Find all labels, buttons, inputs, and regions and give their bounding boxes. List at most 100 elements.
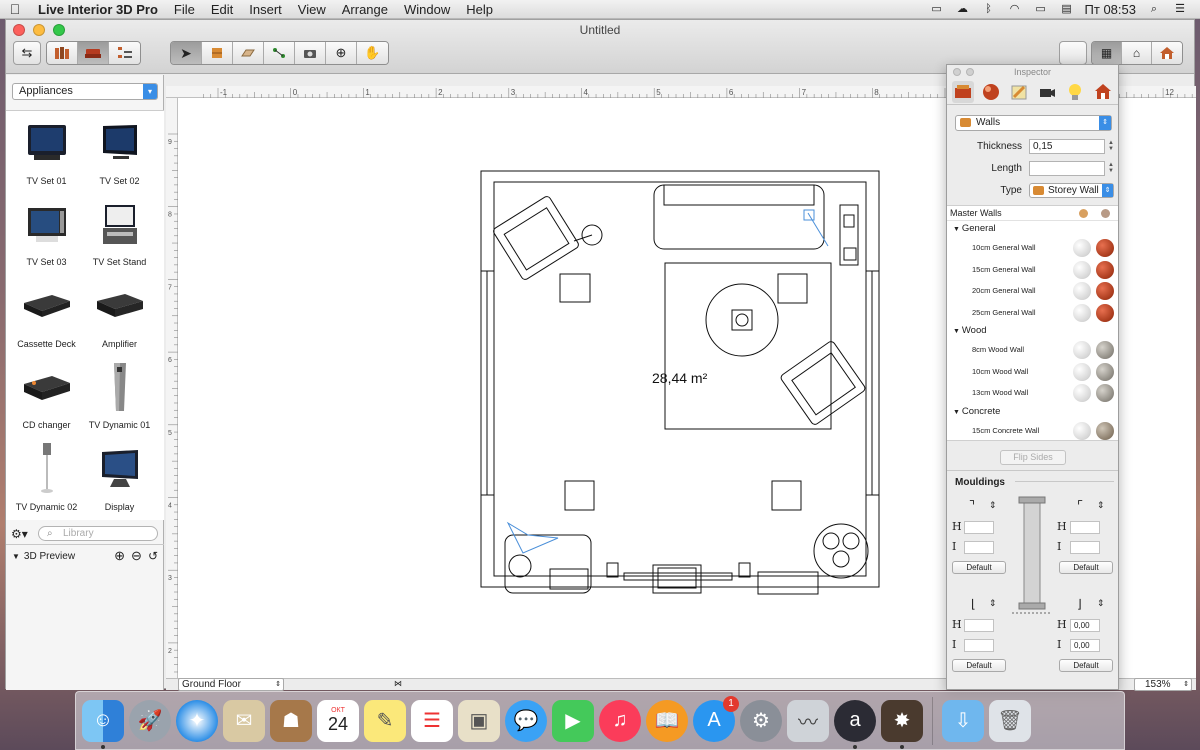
cloud-icon[interactable]: ☁ bbox=[955, 3, 971, 15]
round-table[interactable] bbox=[705, 283, 779, 357]
launchpad-icon[interactable]: 🚀 bbox=[129, 699, 171, 742]
tab-camera[interactable] bbox=[1036, 81, 1058, 103]
library-item[interactable]: Display bbox=[83, 437, 156, 519]
flip-sides-button[interactable]: Flip Sides bbox=[1000, 450, 1066, 465]
tab-object[interactable] bbox=[952, 80, 974, 103]
system-preferences-icon[interactable]: ⚙ bbox=[740, 699, 782, 742]
wall-style-item[interactable]: 13cm Wood Wall bbox=[947, 382, 1118, 404]
camera-tool-button[interactable] bbox=[295, 42, 326, 64]
itunes-icon[interactable]: ♫ bbox=[599, 699, 641, 742]
ibooks-icon[interactable]: 📖 bbox=[646, 699, 688, 742]
menu-insert[interactable]: Insert bbox=[241, 2, 290, 17]
activity-monitor-icon[interactable]: 〰 bbox=[787, 699, 829, 742]
armchair[interactable] bbox=[780, 340, 867, 426]
moulding-profile-icon[interactable]: ⌝ bbox=[969, 498, 975, 514]
room-area-label[interactable]: 28,44 m² bbox=[652, 370, 708, 386]
wall-tool-button[interactable] bbox=[202, 42, 233, 64]
default-button[interactable]: Default bbox=[952, 561, 1006, 574]
library-item[interactable]: TV Set 01 bbox=[10, 111, 83, 193]
sofa[interactable] bbox=[653, 184, 825, 250]
downloads-folder-icon[interactable]: ⇩ bbox=[942, 699, 984, 742]
flag-icon[interactable]: ▤ bbox=[1059, 3, 1075, 15]
menu-arrange[interactable]: Arrange bbox=[334, 2, 396, 17]
safari-icon[interactable]: ✦ bbox=[176, 699, 218, 742]
menu-help[interactable]: Help bbox=[458, 2, 501, 17]
rotate-icon[interactable]: ↺ bbox=[148, 549, 158, 563]
apple-menu-icon[interactable]:  bbox=[0, 1, 30, 17]
library-item[interactable]: TV Set 03 bbox=[10, 193, 83, 275]
finder-icon[interactable]: ☺ bbox=[82, 699, 124, 749]
shelf-unit[interactable] bbox=[839, 204, 859, 266]
selected-desk-lamp[interactable] bbox=[807, 212, 829, 247]
menu-edit[interactable]: Edit bbox=[203, 2, 241, 17]
toolbar-view-button[interactable] bbox=[1059, 41, 1087, 65]
library-item[interactable]: Cassette Deck bbox=[10, 274, 83, 356]
master-walls-row[interactable]: Master Walls bbox=[947, 206, 1118, 221]
library-item[interactable]: TV Dynamic 02 bbox=[10, 437, 83, 519]
disclosure-triangle-icon[interactable]: ▼ bbox=[12, 552, 20, 561]
menu-file[interactable]: File bbox=[166, 2, 203, 17]
thickness-field[interactable]: 0,15 bbox=[1029, 139, 1105, 154]
wall-style-item[interactable]: 25cm General Wall bbox=[947, 302, 1118, 324]
wall-group-general[interactable]: ▼ General bbox=[947, 221, 1118, 237]
floor-tool-button[interactable] bbox=[233, 42, 264, 64]
close-panel-icon[interactable] bbox=[953, 68, 961, 76]
zoom-in-icon[interactable]: ⊕ bbox=[114, 548, 125, 564]
wall-type-select[interactable]: Storey Wall ⇕ bbox=[1029, 183, 1114, 198]
library-item[interactable]: TV Set Stand bbox=[83, 193, 156, 275]
zoom-tool-button[interactable]: ⊕ bbox=[326, 42, 357, 64]
node-tool-button[interactable] bbox=[264, 42, 295, 64]
messages-icon[interactable]: 💬 bbox=[505, 699, 547, 742]
speaker[interactable] bbox=[738, 562, 751, 578]
moulding-height-field[interactable] bbox=[964, 521, 994, 534]
speaker[interactable] bbox=[606, 562, 619, 578]
default-button[interactable]: Default bbox=[952, 659, 1006, 672]
split-view-button[interactable]: ⌂ bbox=[1122, 42, 1152, 64]
moulding-profile-icon[interactable]: ⌜ bbox=[1077, 498, 1083, 514]
notes-icon[interactable]: ✎ bbox=[364, 699, 406, 742]
zoom-out-icon[interactable]: ⊖ bbox=[131, 548, 142, 564]
default-button[interactable]: Default bbox=[1059, 561, 1113, 574]
armchair[interactable] bbox=[492, 195, 580, 281]
menu-view[interactable]: View bbox=[290, 2, 334, 17]
cabinet[interactable] bbox=[757, 571, 819, 595]
moulding-height-field[interactable] bbox=[1070, 521, 1100, 534]
facetime-icon[interactable]: ▶ bbox=[552, 699, 594, 742]
library-mode-button[interactable] bbox=[47, 42, 78, 64]
rug[interactable] bbox=[664, 262, 832, 430]
floor-select[interactable]: Ground Floor ⇕ bbox=[178, 678, 284, 691]
contacts-icon[interactable]: ☗ bbox=[270, 699, 312, 742]
selected-desk-lamp[interactable] bbox=[506, 521, 559, 554]
updown-arrows-icon[interactable]: ⇕ bbox=[989, 500, 997, 511]
input-source-icon[interactable]: ▭ bbox=[929, 3, 945, 15]
side-table[interactable] bbox=[559, 273, 591, 303]
ottoman[interactable] bbox=[564, 480, 595, 511]
minimize-panel-icon[interactable] bbox=[966, 68, 974, 76]
object-type-select[interactable]: Walls ⇕ bbox=[955, 115, 1112, 131]
moulding-height-field[interactable]: 0,00 bbox=[1070, 619, 1100, 632]
moulding-depth-field[interactable]: 0,00 bbox=[1070, 639, 1100, 652]
wall-style-item[interactable]: 10cm General Wall bbox=[947, 237, 1118, 259]
library-item[interactable]: Amplifier bbox=[83, 274, 156, 356]
moulding-profile-icon[interactable]: ⌋ bbox=[1077, 597, 1082, 611]
trash-icon[interactable]: 🗑 bbox=[989, 699, 1031, 742]
moulding-depth-field[interactable] bbox=[964, 541, 994, 554]
zoom-select[interactable]: 153% ⇕ bbox=[1134, 678, 1192, 691]
bluetooth-icon[interactable]: ᛒ bbox=[981, 3, 997, 15]
tab-edit[interactable] bbox=[1008, 81, 1030, 103]
tab-building[interactable] bbox=[1092, 81, 1114, 103]
library-category-select[interactable]: Appliances ▾ bbox=[12, 83, 158, 100]
moulding-depth-field[interactable] bbox=[964, 639, 994, 652]
pan-tool-button[interactable]: ✋ bbox=[357, 42, 388, 64]
tab-light[interactable] bbox=[1064, 81, 1086, 103]
reminders-icon[interactable]: ☰ bbox=[411, 699, 453, 742]
desk-chair[interactable] bbox=[508, 554, 532, 578]
mail-stamp-icon[interactable]: ✉ bbox=[223, 699, 265, 742]
resize-handle-icon[interactable]: ⋈ bbox=[394, 679, 402, 688]
tv-unit[interactable] bbox=[652, 564, 702, 594]
calendar-icon[interactable]: ОКТ 24 bbox=[317, 699, 359, 742]
wall-style-item[interactable]: 20cm General Wall bbox=[947, 280, 1118, 302]
select-tool-button[interactable]: ➤ bbox=[171, 42, 202, 64]
length-field[interactable] bbox=[1029, 161, 1105, 176]
menu-window[interactable]: Window bbox=[396, 2, 458, 17]
